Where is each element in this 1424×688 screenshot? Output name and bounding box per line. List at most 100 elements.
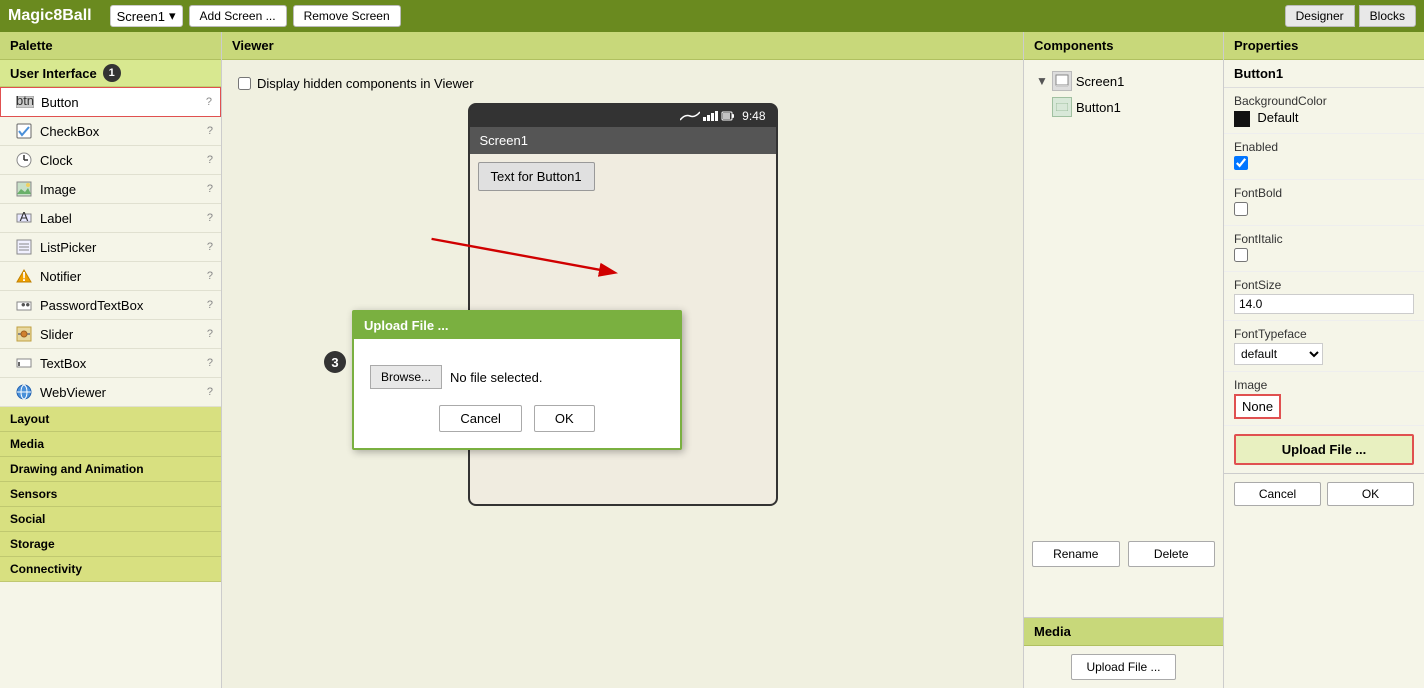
- palette-item-slider[interactable]: Slider ?: [0, 320, 221, 349]
- media-section[interactable]: Media: [0, 432, 221, 457]
- upload-dialog-buttons: Cancel OK: [370, 405, 664, 432]
- upload-file-button[interactable]: Upload File ...: [1234, 434, 1414, 465]
- enabled-checkbox[interactable]: [1234, 156, 1248, 170]
- notifier-help-icon[interactable]: ?: [207, 270, 213, 282]
- hidden-components-row: Display hidden components in Viewer: [238, 76, 1007, 91]
- ui-section-label: User Interface: [10, 66, 97, 81]
- svg-text:A: A: [20, 210, 29, 224]
- media-header: Media: [1024, 618, 1223, 646]
- ui-section-header[interactable]: User Interface 1: [0, 60, 221, 87]
- designer-button[interactable]: Designer: [1285, 5, 1355, 27]
- media-upload-button[interactable]: Upload File ...: [1071, 654, 1175, 680]
- fontbold-row: FontBold: [1224, 180, 1424, 226]
- palette-item-passwordtextbox[interactable]: •• PasswordTextBox ?: [0, 291, 221, 320]
- slider-label: Slider: [40, 327, 201, 342]
- upload-dialog: Upload File ... 3 Browse... No file sele…: [352, 310, 682, 450]
- slider-help-icon[interactable]: ?: [207, 328, 213, 340]
- palette-item-notifier[interactable]: ! Notifier ?: [0, 262, 221, 291]
- palette-item-listpicker[interactable]: ListPicker ?: [0, 233, 221, 262]
- delete-button[interactable]: Delete: [1128, 541, 1216, 567]
- button-label: Button: [41, 95, 200, 110]
- hidden-components-label: Display hidden components in Viewer: [257, 76, 474, 91]
- upload-dialog-header: Upload File ...: [354, 312, 680, 339]
- enabled-label: Enabled: [1234, 140, 1414, 154]
- upload-file-row: Browse... No file selected.: [370, 365, 664, 389]
- media-body: Upload File ...: [1024, 646, 1223, 688]
- button-help-icon[interactable]: ?: [206, 96, 212, 108]
- palette-item-checkbox[interactable]: CheckBox ?: [0, 117, 221, 146]
- screen-dropdown-label: Screen1: [117, 9, 165, 24]
- button-icon: btn: [15, 92, 35, 112]
- phone-time: 9:48: [742, 109, 765, 123]
- social-section[interactable]: Social: [0, 507, 221, 532]
- fonttypeface-label: FontTypeface: [1234, 327, 1414, 341]
- button1-item[interactable]: Button1: [1032, 94, 1215, 120]
- remove-screen-button[interactable]: Remove Screen: [293, 5, 401, 27]
- webviewer-help-icon[interactable]: ?: [207, 386, 213, 398]
- props-ok-button[interactable]: OK: [1327, 482, 1414, 506]
- listpicker-icon: [14, 237, 34, 257]
- label-icon: A: [14, 208, 34, 228]
- image-help-icon[interactable]: ?: [207, 183, 213, 195]
- upload-cancel-button[interactable]: Cancel: [439, 405, 521, 432]
- screen-dropdown[interactable]: Screen1 ▾: [110, 5, 183, 27]
- image-label: Image: [1234, 378, 1414, 392]
- fonttypeface-select[interactable]: default serif monospace: [1234, 343, 1323, 365]
- clock-icon: [14, 150, 34, 170]
- upload-file-section: Upload File ...: [1224, 426, 1424, 473]
- phone-button1[interactable]: Text for Button1: [478, 162, 595, 191]
- listpicker-help-icon[interactable]: ?: [207, 241, 213, 253]
- notifier-label: Notifier: [40, 269, 201, 284]
- drawing-section[interactable]: Drawing and Animation: [0, 457, 221, 482]
- fontbold-checkbox[interactable]: [1234, 202, 1248, 216]
- props-component-name: Button1: [1224, 60, 1424, 88]
- textbox-help-icon[interactable]: ?: [207, 357, 213, 369]
- components-header: Components: [1024, 32, 1223, 60]
- props-cancel-button[interactable]: Cancel: [1234, 482, 1321, 506]
- label-help-icon[interactable]: ?: [207, 212, 213, 224]
- webviewer-icon: [14, 382, 34, 402]
- add-screen-button[interactable]: Add Screen ...: [189, 5, 287, 27]
- clock-help-icon[interactable]: ?: [207, 154, 213, 166]
- sensors-section[interactable]: Sensors: [0, 482, 221, 507]
- palette-item-label[interactable]: A Label ?: [0, 204, 221, 233]
- passwordtextbox-help-icon[interactable]: ?: [207, 299, 213, 311]
- image-section: 2 Image None: [1224, 372, 1424, 426]
- checkbox-icon: [14, 121, 34, 141]
- textbox-label: TextBox: [40, 356, 201, 371]
- fontitalic-checkbox[interactable]: [1234, 248, 1248, 262]
- blocks-button[interactable]: Blocks: [1359, 5, 1416, 27]
- button1-label: Button1: [1076, 100, 1121, 115]
- viewer-content: Display hidden components in Viewer: [222, 60, 1023, 522]
- svg-text:btn: btn: [16, 96, 34, 108]
- palette-item-webviewer[interactable]: WebViewer ?: [0, 378, 221, 407]
- image-value-box[interactable]: None: [1234, 394, 1281, 419]
- image-icon: [14, 179, 34, 199]
- upload-ok-button[interactable]: OK: [534, 405, 595, 432]
- connectivity-section[interactable]: Connectivity: [0, 557, 221, 582]
- screen1-item[interactable]: ▼ Screen1: [1032, 68, 1215, 94]
- screen1-label: Screen1: [1076, 74, 1124, 89]
- viewer-header: Viewer: [222, 32, 1023, 60]
- collapse-icon[interactable]: ▼: [1036, 74, 1048, 88]
- passwordtextbox-label: PasswordTextBox: [40, 298, 201, 313]
- palette-item-button[interactable]: btn Button ?: [0, 87, 221, 117]
- notifier-icon: !: [14, 266, 34, 286]
- checkbox-help-icon[interactable]: ?: [207, 125, 213, 137]
- palette-item-image[interactable]: Image ?: [0, 175, 221, 204]
- hidden-components-checkbox[interactable]: [238, 77, 251, 90]
- phone-status-bar: 9:48: [470, 105, 776, 127]
- upload-dialog-body: 3 Browse... No file selected. Cancel OK: [354, 339, 680, 448]
- fontsize-input[interactable]: [1234, 294, 1414, 314]
- clock-label: Clock: [40, 153, 201, 168]
- browse-button[interactable]: Browse...: [370, 365, 442, 389]
- rename-button[interactable]: Rename: [1032, 541, 1120, 567]
- label-label: Label: [40, 211, 201, 226]
- palette-item-clock[interactable]: Clock ?: [0, 146, 221, 175]
- layout-section[interactable]: Layout: [0, 407, 221, 432]
- palette-item-textbox[interactable]: TextBox ?: [0, 349, 221, 378]
- properties-panel: Properties Button1 BackgroundColor Defau…: [1224, 32, 1424, 688]
- fontbold-label: FontBold: [1234, 186, 1414, 200]
- storage-section[interactable]: Storage: [0, 532, 221, 557]
- fontsize-label: FontSize: [1234, 278, 1414, 292]
